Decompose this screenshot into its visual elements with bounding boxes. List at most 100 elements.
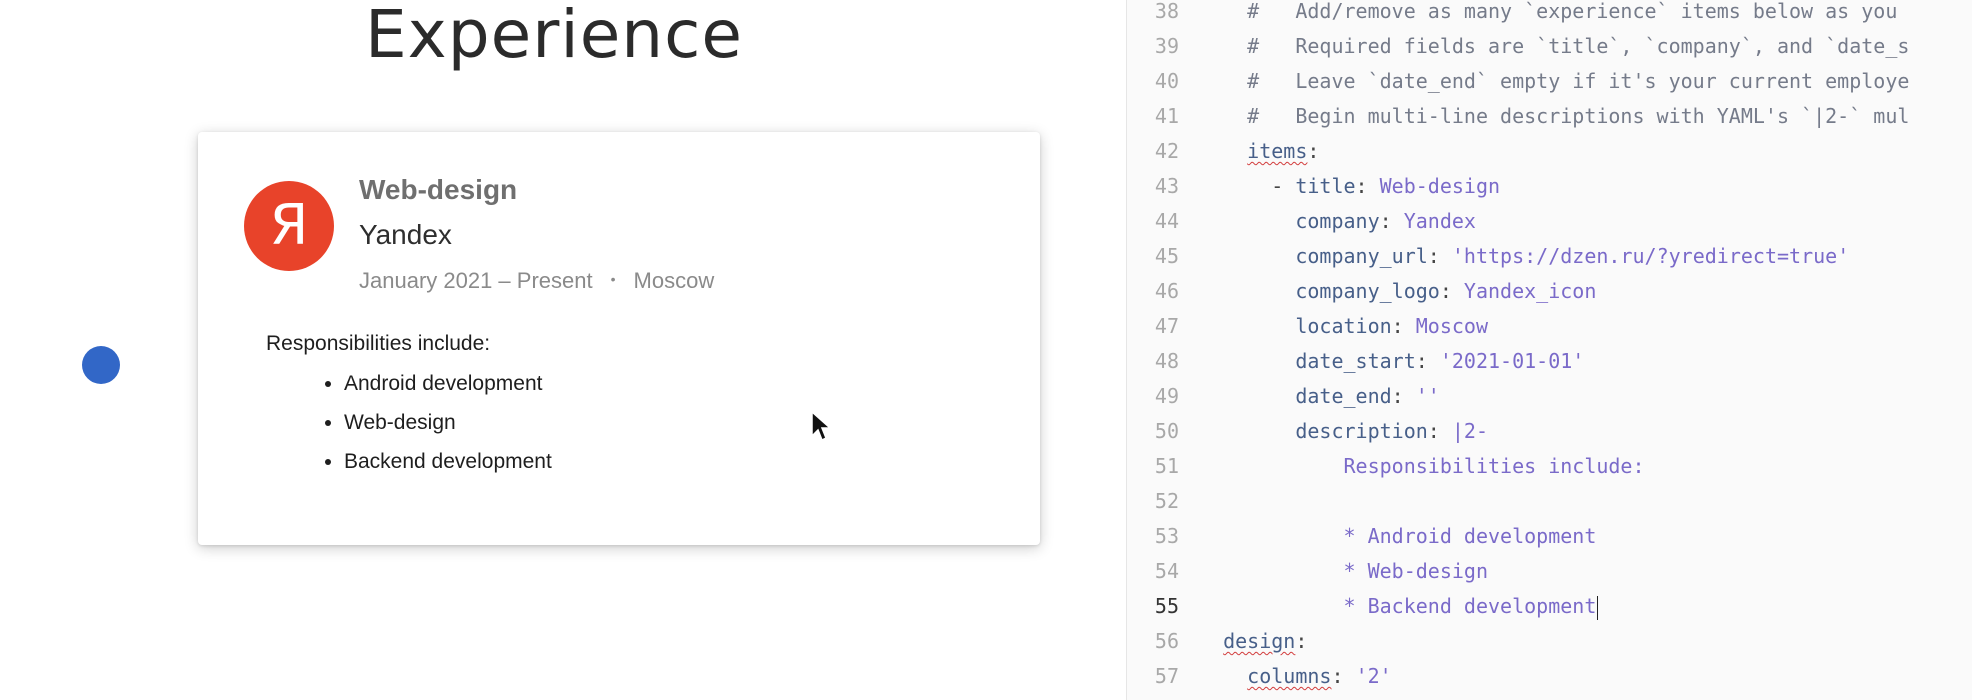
code-line[interactable]: 51 Responsibilities include:: [1127, 449, 1972, 484]
experience-meta: January 2021 – Present • Moscow: [359, 268, 714, 294]
experience-company: Yandex: [359, 219, 452, 250]
line-number: 50: [1154, 419, 1179, 443]
code-text: description: |2-: [1199, 414, 1488, 449]
mouse-cursor-icon: [811, 410, 832, 442]
code-line[interactable]: 46 company_logo: Yandex_icon: [1127, 274, 1972, 309]
code-token: :: [1355, 174, 1380, 198]
text-caret: [1597, 595, 1599, 620]
code-text: date_end: '': [1199, 379, 1440, 414]
code-line[interactable]: 38 # Add/remove as many `experience` ite…: [1127, 0, 1972, 29]
line-number: 42: [1154, 139, 1179, 163]
line-number: 57: [1154, 664, 1179, 688]
code-token: * Android development: [1199, 524, 1597, 548]
code-line[interactable]: 45 company_url: 'https://dzen.ru/?yredir…: [1127, 239, 1972, 274]
description-intro: Responsibilities include:: [266, 332, 491, 355]
timeline-dot: [82, 346, 120, 384]
code-text: # Begin multi-line descriptions with YAM…: [1199, 99, 1909, 134]
code-token: Responsibilities include:: [1199, 454, 1645, 478]
code-line[interactable]: 42 items:: [1127, 134, 1972, 169]
code-text: date_start: '2021-01-01': [1199, 344, 1584, 379]
code-text: # Add/remove as many `experience` items …: [1199, 0, 1897, 29]
code-line[interactable]: 50 description: |2-: [1127, 414, 1972, 449]
experience-location: Moscow: [633, 268, 715, 293]
code-token: date_start: [1295, 349, 1416, 373]
code-token: :: [1439, 279, 1464, 303]
code-token: Web-design: [1379, 174, 1501, 198]
code-token: :: [1391, 384, 1416, 408]
code-token: * Web-design: [1199, 559, 1488, 583]
line-number: 49: [1154, 384, 1179, 408]
resume-preview: Experience Я Web-design Yandex January 2…: [0, 0, 1126, 700]
code-token: :: [1331, 664, 1356, 688]
code-text: * Android development: [1199, 519, 1596, 554]
code-token: items: [1247, 139, 1308, 163]
meta-separator: •: [610, 271, 616, 287]
code-line[interactable]: 56 design:: [1127, 624, 1972, 659]
code-token: :: [1415, 349, 1440, 373]
code-token: Yandex: [1403, 209, 1476, 233]
code-line[interactable]: 53 * Android development: [1127, 519, 1972, 554]
code-token: Yandex_icon: [1463, 279, 1597, 303]
code-text: company_logo: Yandex_icon: [1199, 274, 1596, 309]
experience-date-range: January 2021 – Present: [359, 268, 593, 293]
line-number: 55: [1154, 594, 1179, 618]
experience-card[interactable]: Я Web-design Yandex January 2021 – Prese…: [198, 132, 1040, 545]
code-line[interactable]: 49 date_end: '': [1127, 379, 1972, 414]
code-token: '': [1415, 384, 1440, 408]
list-item: Backend development: [344, 442, 552, 481]
code-token: -: [1199, 174, 1296, 198]
code-token: '2021-01-01': [1439, 349, 1585, 373]
code-line[interactable]: 48 date_start: '2021-01-01': [1127, 344, 1972, 379]
code-line[interactable]: 55 * Backend development: [1127, 589, 1972, 624]
code-token: date_end: [1295, 384, 1392, 408]
code-line[interactable]: 44 company: Yandex: [1127, 204, 1972, 239]
code-token: location: [1295, 314, 1392, 338]
code-text: # Leave `date_end` empty if it's your cu…: [1199, 64, 1909, 99]
code-token: # Add/remove as many `experience` items …: [1199, 0, 1898, 23]
code-line[interactable]: 39 # Required fields are `title`, `compa…: [1127, 29, 1972, 64]
code-line[interactable]: 52: [1127, 484, 1972, 519]
line-number: 40: [1154, 69, 1179, 93]
code-token: description: [1295, 419, 1428, 443]
code-text: # Required fields are `title`, `company`…: [1199, 29, 1909, 64]
code-line[interactable]: 40 # Leave `date_end` empty if it's your…: [1127, 64, 1972, 99]
code-text: - title: Web-design: [1199, 169, 1500, 204]
code-token: :: [1391, 314, 1416, 338]
code-line[interactable]: 41 # Begin multi-line descriptions with …: [1127, 99, 1972, 134]
code-token: * Backend development: [1199, 594, 1597, 618]
code-token: # Required fields are `title`, `company`…: [1199, 34, 1910, 58]
code-token: title: [1295, 174, 1356, 198]
code-token: :: [1427, 419, 1452, 443]
code-token: 'https://dzen.ru/?yredirect=true': [1451, 244, 1850, 268]
code-line[interactable]: 43 - title: Web-design: [1127, 169, 1972, 204]
code-token: |2-: [1451, 419, 1488, 443]
list-item: Android development: [344, 364, 552, 403]
code-line[interactable]: 54 * Web-design: [1127, 554, 1972, 589]
responsibility-list: Android development Web-design Backend d…: [266, 364, 552, 481]
code-text: * Web-design: [1199, 554, 1488, 589]
code-editor[interactable]: 38 # Add/remove as many `experience` ite…: [1126, 0, 1972, 700]
code-token: design: [1223, 629, 1296, 653]
code-line[interactable]: 47 location: Moscow: [1127, 309, 1972, 344]
list-item: Web-design: [344, 403, 552, 442]
code-text: company: Yandex: [1199, 204, 1476, 239]
code-token: company_url: [1295, 244, 1428, 268]
code-token: :: [1295, 629, 1308, 653]
line-number: 39: [1154, 34, 1179, 58]
code-line[interactable]: 57 columns: '2': [1127, 659, 1972, 694]
line-number: 44: [1154, 209, 1179, 233]
code-token: Moscow: [1415, 314, 1488, 338]
line-number: 54: [1154, 559, 1179, 583]
line-number: 51: [1154, 454, 1179, 478]
company-logo-icon: Я: [244, 181, 334, 271]
code-token: columns: [1247, 664, 1332, 688]
